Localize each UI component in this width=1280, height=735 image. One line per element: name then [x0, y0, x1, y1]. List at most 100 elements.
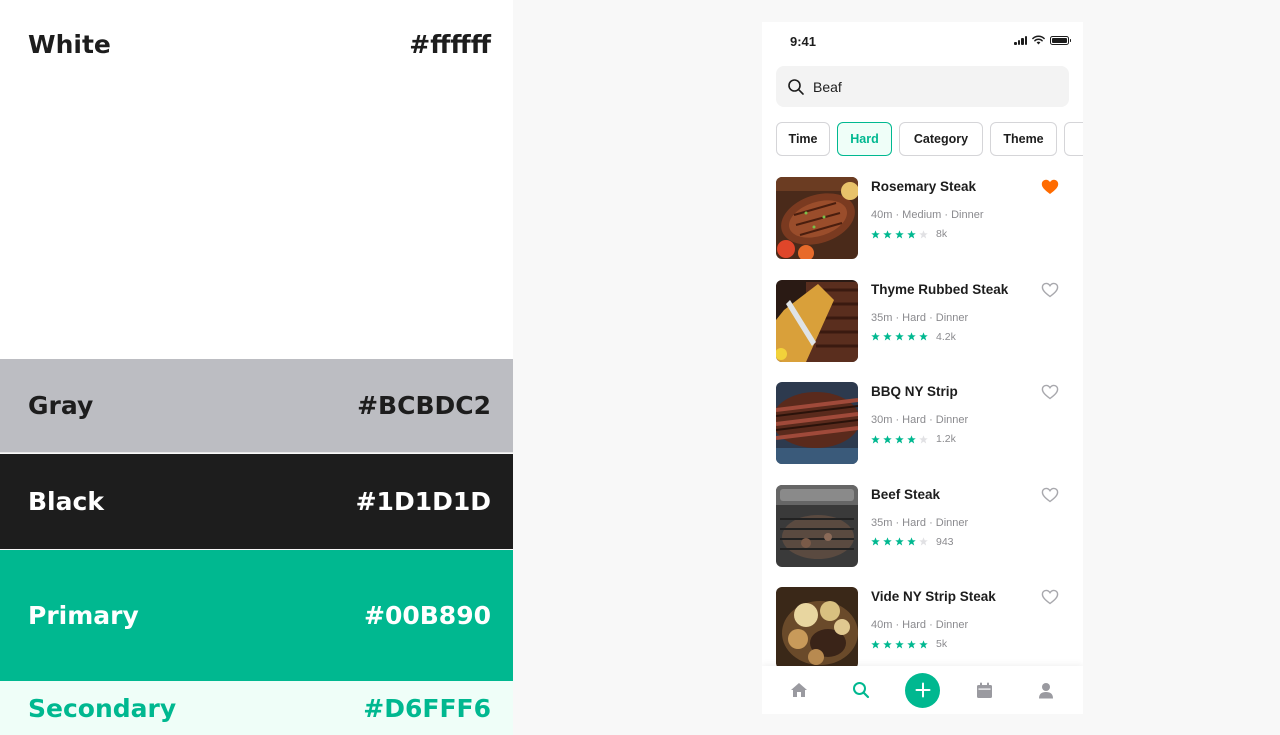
recipe-title: BBQ NY Strip: [871, 384, 958, 399]
star-icon: [895, 537, 904, 546]
star-icon: [871, 332, 880, 341]
star-icon: [919, 332, 928, 341]
star-icon: [895, 229, 904, 238]
star-icon: [871, 434, 880, 443]
star-icon: [907, 332, 916, 341]
recipe-list: Rosemary Steak 40m · Medium · Dinner 8k Thy…: [776, 177, 1071, 690]
swatch-hex: #1D1D1D: [355, 487, 491, 516]
add-recipe-button[interactable]: [905, 672, 940, 708]
star-icon: [883, 639, 892, 648]
cellular-signal-icon: [1014, 35, 1027, 45]
battery-icon: [1050, 35, 1071, 45]
recipe-image: [776, 484, 858, 567]
swatch-name: Gray: [28, 391, 94, 420]
rating-stars: [871, 639, 928, 649]
swatch-gray: Gray #BCBDC2: [0, 359, 513, 453]
status-time: 9:41: [790, 34, 817, 49]
swatch-black: Black #1D1D1D: [0, 454, 513, 549]
recipe-image: [776, 279, 858, 362]
favorite-heart-icon[interactable]: [1041, 179, 1059, 195]
recipe-meta: 40m · Medium · Dinner: [871, 209, 984, 221]
rating-stars: [871, 332, 928, 341]
star-icon: [907, 229, 916, 238]
recipe-list-item[interactable]: Beef Steak 35m · Hard · Dinner 943: [776, 484, 1071, 588]
star-icon: [907, 639, 916, 648]
tab-calendar[interactable]: [966, 672, 1002, 708]
filter-chips: Time Hard Category Theme: [776, 122, 1083, 156]
recipe-meta: 30m · Hard · Dinner: [871, 414, 969, 426]
recipe-image: [776, 587, 858, 669]
recipe-rating: 8k: [871, 228, 947, 240]
recipe-meta: 35m · Hard · Dinner: [871, 516, 969, 529]
star-icon: [895, 332, 904, 341]
recipe-title: Thyme Rubbed Steak: [871, 281, 1009, 297]
swatch-name: White: [28, 30, 111, 59]
tab-home[interactable]: [781, 672, 817, 708]
recipe-list-item[interactable]: Thyme Rubbed Steak 35m · Hard · Dinner 4.2…: [776, 279, 1071, 383]
filter-chip-category[interactable]: Category: [899, 122, 983, 156]
page: White #ffffff Gray #BCBDC2 Black #1D1D1D…: [0, 0, 1280, 735]
star-icon: [919, 639, 928, 648]
search-input[interactable]: [813, 78, 1053, 95]
star-icon: [871, 229, 880, 238]
star-icon: [883, 537, 892, 546]
recipe-list-item[interactable]: Rosemary Steak 40m · Medium · Dinner 8k: [776, 177, 1071, 280]
star-icon: [919, 229, 928, 238]
wifi-icon: [1032, 35, 1045, 45]
recipe-rating: 5k: [871, 638, 947, 650]
home-icon: [791, 683, 807, 697]
recipe-title: Beef Steak: [871, 486, 941, 502]
heart-icon[interactable]: [1041, 384, 1059, 400]
star-icon: [895, 639, 904, 648]
swatch-hex: #ffffff: [409, 30, 491, 59]
recipe-image: [776, 382, 858, 464]
recipe-image: [776, 177, 858, 259]
recipe-meta: 35m · Hard · Dinner: [871, 311, 969, 324]
swatch-hex: #D6FFF6: [363, 693, 491, 723]
swatch-name: Black: [28, 487, 104, 516]
swatch-white: White #ffffff: [0, 0, 513, 359]
recipe-rating: 943: [871, 536, 954, 548]
rating-stars: [871, 229, 928, 239]
star-icon: [871, 639, 880, 648]
star-icon: [895, 434, 904, 443]
search-bar[interactable]: [776, 66, 1069, 107]
status-icons: [1014, 35, 1071, 45]
tab-search[interactable]: [843, 672, 879, 708]
swatch-secondary: Secondary #D6FFF6: [0, 681, 513, 735]
search-icon: [788, 78, 804, 95]
filter-chip-time[interactable]: Time: [776, 122, 830, 156]
rating-stars: [871, 434, 928, 444]
calendar-icon: [976, 682, 992, 698]
recipe-meta: 40m · Hard · Dinner: [871, 619, 969, 631]
phone-screen: 9:41 TimeHardCategoryTheme Rosem: [762, 22, 1083, 714]
rating-count: 4.2k: [936, 330, 956, 343]
recipe-title: Rosemary Steak: [871, 179, 977, 194]
heart-icon[interactable]: [1041, 282, 1059, 298]
recipe-list-item[interactable]: BBQ NY Strip 30m · Hard · Dinner 1.2k: [776, 382, 1071, 485]
swatch-name: Primary: [28, 601, 139, 630]
star-icon: [871, 537, 880, 546]
star-icon: [883, 434, 892, 443]
heart-icon[interactable]: [1041, 589, 1059, 605]
search-icon: [853, 682, 870, 699]
rating-count: 1.2k: [936, 433, 956, 445]
filter-chip-theme[interactable]: Theme: [990, 122, 1057, 156]
heart-icon[interactable]: [1041, 487, 1059, 503]
star-icon: [907, 434, 916, 443]
filter-chip-more[interactable]: [1064, 122, 1083, 156]
swatch-hex: #BCBDC2: [357, 391, 491, 420]
star-icon: [919, 537, 928, 546]
status-bar: 9:41: [762, 22, 1083, 60]
swatch-name: Secondary: [28, 693, 177, 723]
star-icon: [883, 332, 892, 341]
star-icon: [919, 434, 928, 443]
tab-profile[interactable]: [1028, 672, 1064, 708]
recipe-title: Vide NY Strip Steak: [871, 589, 996, 604]
rating-count: 943: [936, 535, 954, 548]
swatch-hex: #00B890: [364, 601, 491, 630]
filter-chip-hard[interactable]: Hard: [837, 122, 892, 156]
recipe-rating: 4.2k: [871, 331, 956, 343]
rating-count: 8k: [936, 228, 948, 240]
plus-icon: [915, 682, 930, 698]
